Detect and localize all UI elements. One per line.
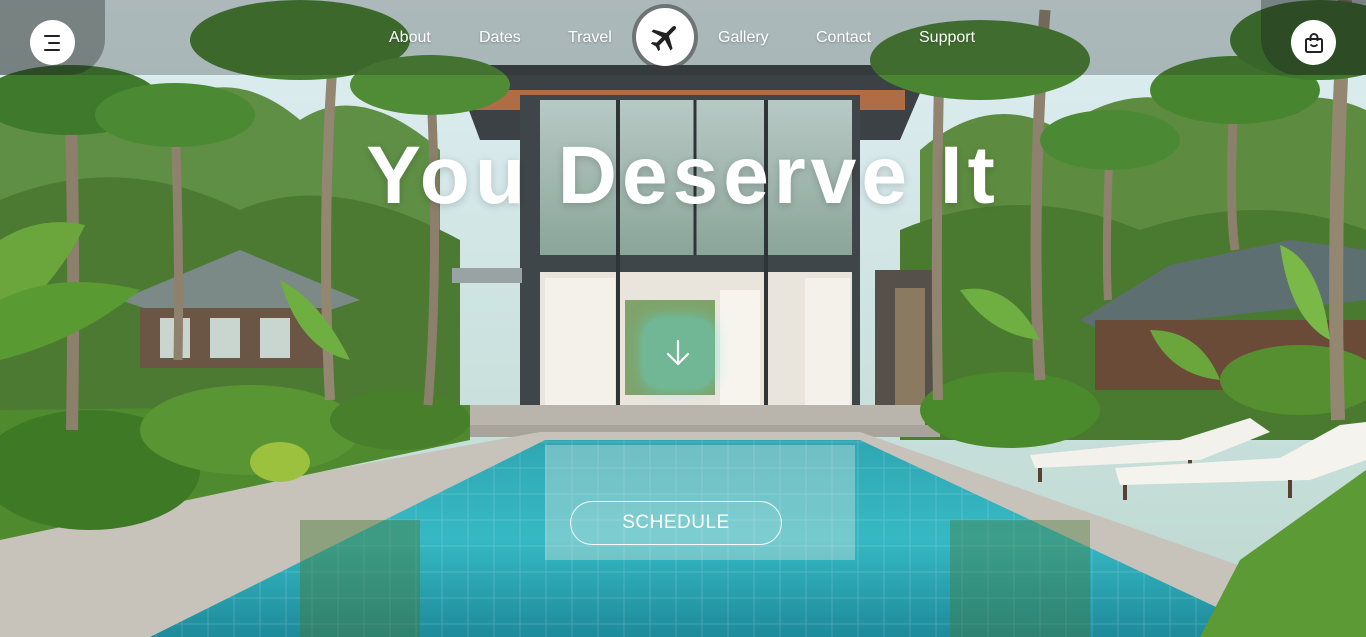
scroll-down-button[interactable]	[643, 318, 713, 388]
airplane-icon	[650, 25, 677, 52]
logo-button[interactable]	[636, 8, 694, 66]
arrow-down-icon	[666, 339, 690, 366]
nav-link-contact[interactable]: Contact	[816, 28, 871, 48]
nav-link-support[interactable]: Support	[919, 28, 975, 48]
nav-link-travel[interactable]: Travel	[568, 28, 612, 48]
nav-link-dates[interactable]: Dates	[479, 28, 521, 48]
schedule-button[interactable]: SCHEDULE	[570, 501, 782, 545]
hero-headline: You Deserve It	[366, 130, 1000, 221]
nav-link-about[interactable]: About	[389, 28, 431, 48]
nav-link-gallery[interactable]: Gallery	[718, 28, 769, 48]
